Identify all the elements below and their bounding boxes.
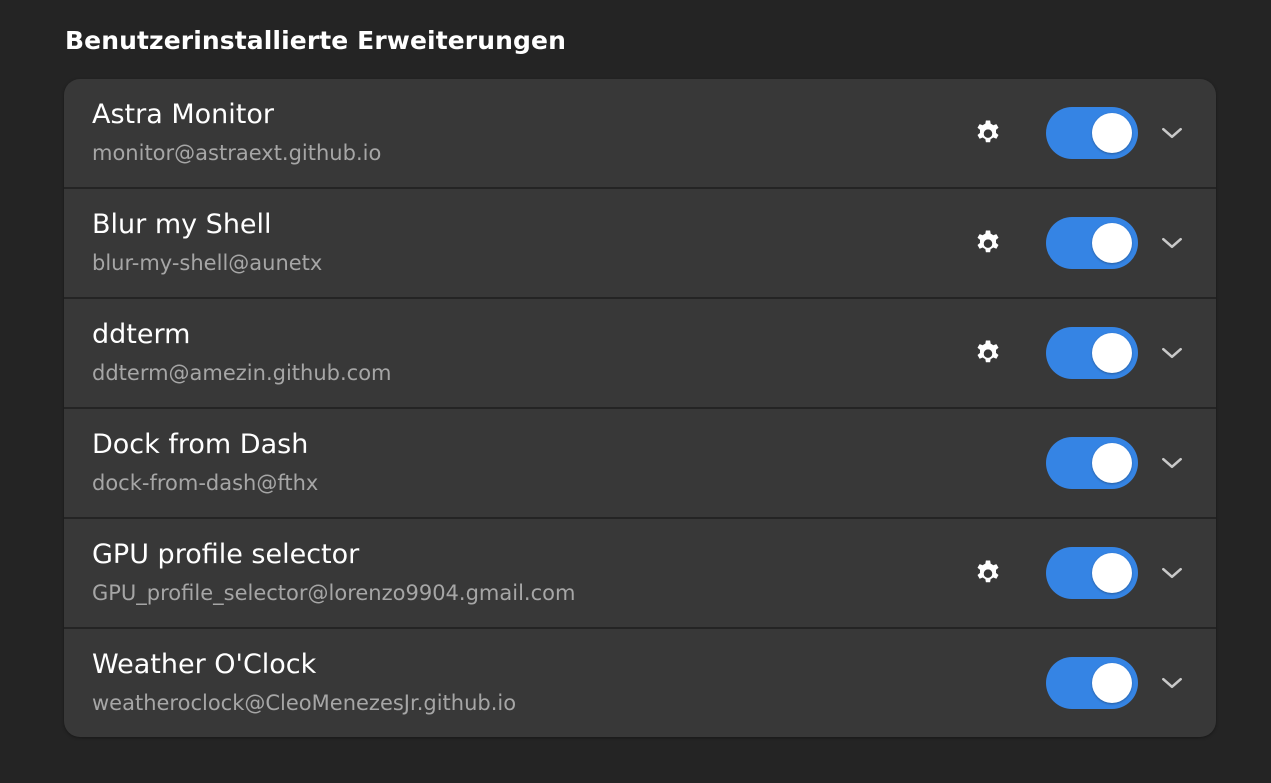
extension-name: Dock from Dash [92, 429, 309, 460]
extension-enable-switch[interactable] [1046, 547, 1138, 599]
extension-expand-button[interactable] [1152, 113, 1192, 153]
extension-enable-switch[interactable] [1046, 217, 1138, 269]
switch-knob [1092, 333, 1132, 373]
extension-row[interactable]: Dock from Dash dock-from-dash@fthx [64, 409, 1216, 519]
extension-enable-switch[interactable] [1046, 327, 1138, 379]
switch-knob [1092, 663, 1132, 703]
extension-expand-button[interactable] [1152, 663, 1192, 703]
extension-enable-switch[interactable] [1046, 107, 1138, 159]
gear-icon [977, 120, 999, 143]
extension-uuid: dock-from-dash@fthx [92, 471, 319, 495]
extension-uuid: blur-my-shell@aunetx [92, 251, 323, 275]
extension-expand-button[interactable] [1152, 333, 1192, 373]
extension-row[interactable]: GPU profile selector GPU_profile_selecto… [64, 519, 1216, 629]
extension-name: ddterm [92, 319, 191, 350]
extension-row[interactable]: Astra Monitor monitor@astraext.github.io [64, 79, 1216, 189]
extension-expand-button[interactable] [1152, 223, 1192, 263]
extension-name: Weather O'Clock [92, 649, 317, 680]
switch-knob [1092, 113, 1132, 153]
extension-name: Blur my Shell [92, 209, 272, 240]
gear-icon [977, 560, 999, 583]
chevron-down-icon [1162, 347, 1182, 359]
extension-uuid: weatheroclock@CleoMenezesJr.github.io [92, 691, 517, 715]
extension-enable-switch[interactable] [1046, 437, 1138, 489]
chevron-down-icon [1162, 567, 1182, 579]
chevron-down-icon [1162, 127, 1182, 139]
extension-settings-button[interactable] [968, 553, 1008, 593]
chevron-down-icon [1162, 677, 1182, 689]
extension-name: Astra Monitor [92, 99, 274, 130]
extension-expand-button[interactable] [1152, 553, 1192, 593]
extension-expand-button[interactable] [1152, 443, 1192, 483]
extension-enable-switch[interactable] [1046, 657, 1138, 709]
extension-name: GPU profile selector [92, 539, 360, 570]
switch-knob [1092, 443, 1132, 483]
extensions-list: Astra Monitor monitor@astraext.github.io… [64, 79, 1216, 737]
extension-uuid: GPU_profile_selector@lorenzo9904.gmail.c… [92, 581, 576, 605]
switch-knob [1092, 223, 1132, 263]
extension-uuid: monitor@astraext.github.io [92, 141, 382, 165]
switch-knob [1092, 553, 1132, 593]
extension-uuid: ddterm@amezin.github.com [92, 361, 392, 385]
extension-row[interactable]: ddterm ddterm@amezin.github.com [64, 299, 1216, 409]
extension-settings-button[interactable] [968, 223, 1008, 263]
gear-icon [977, 230, 999, 253]
chevron-down-icon [1162, 457, 1182, 469]
extension-settings-button[interactable] [968, 333, 1008, 373]
extension-settings-button[interactable] [968, 113, 1008, 153]
section-title: Benutzerinstallierte Erweiterungen [65, 26, 566, 55]
gear-icon [977, 340, 999, 363]
extension-row[interactable]: Blur my Shell blur-my-shell@aunetx [64, 189, 1216, 299]
extension-row[interactable]: Weather O'Clock weatheroclock@CleoMeneze… [64, 629, 1216, 737]
chevron-down-icon [1162, 237, 1182, 249]
